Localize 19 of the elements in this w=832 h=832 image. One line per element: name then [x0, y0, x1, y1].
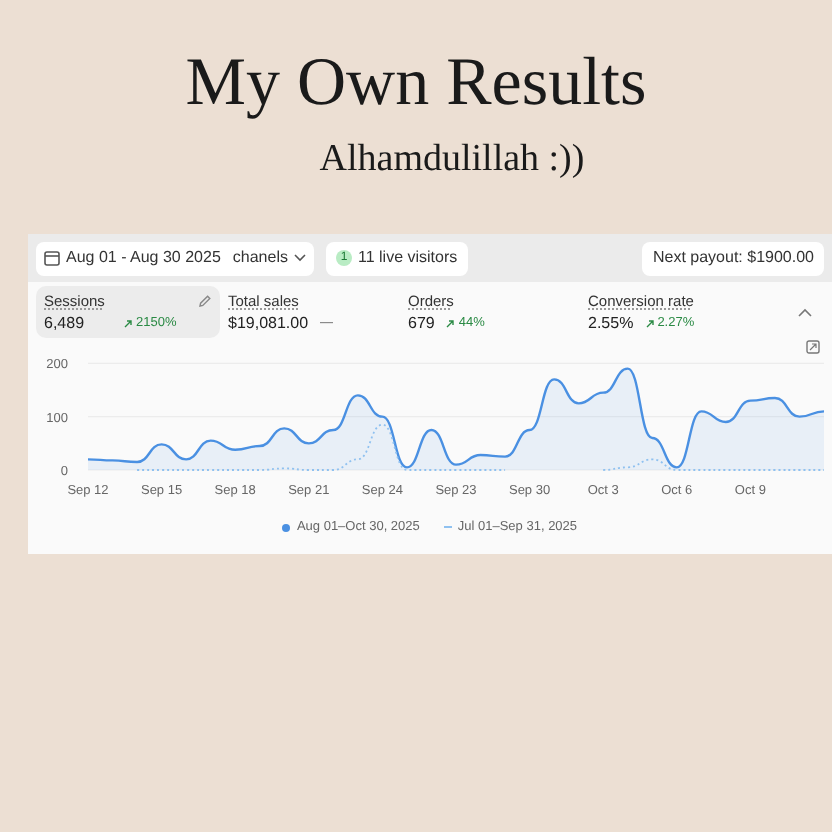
channel-filter-text: chanels: [232, 246, 288, 270]
live-visitors-text: 11 live visitors: [357, 246, 458, 270]
metric-value: $19,081.00: [228, 313, 309, 333]
trend-up-icon: [124, 319, 133, 327]
trend-up-icon: [446, 319, 455, 327]
date-range-button[interactable]: Aug 01 - Aug 30 2025 chanels: [36, 241, 314, 275]
chevron-up-icon[interactable]: [798, 307, 812, 317]
expand-icon[interactable]: [806, 340, 820, 354]
page-subtitle: Alhamdulillah :)): [319, 136, 585, 184]
trend-up-icon: [645, 319, 654, 327]
metric-value: 6,489: [44, 313, 85, 333]
metric-value: 2.55%: [588, 313, 634, 333]
pencil-icon[interactable]: [198, 294, 212, 308]
payout-button[interactable]: Next payout: $1900.00: [642, 241, 824, 275]
calendar-icon: [44, 250, 60, 266]
date-range-text: Aug 01 - Aug 30 2025: [66, 246, 221, 270]
page-title: My Own Results: [185, 44, 647, 124]
metric-value: 679: [408, 313, 435, 333]
caret-icon: [293, 254, 306, 262]
